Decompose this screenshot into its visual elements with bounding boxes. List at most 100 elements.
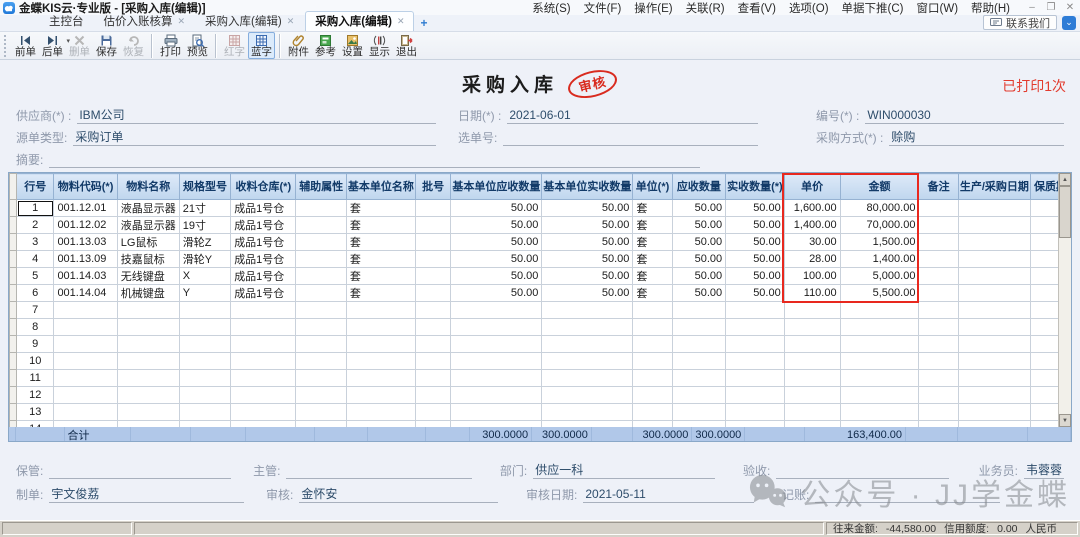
supplier-value[interactable]: IBM公司: [77, 108, 436, 124]
toolbar-grip[interactable]: [4, 35, 7, 57]
cell[interactable]: [451, 353, 542, 370]
next-button[interactable]: 后单▾: [39, 32, 66, 59]
audit-date-value[interactable]: 2021-05-11: [583, 487, 754, 503]
cell[interactable]: 套: [633, 234, 672, 251]
supplier-field[interactable]: 供应商(*) : IBM公司: [16, 107, 436, 124]
cell[interactable]: 50.00: [672, 234, 725, 251]
cell[interactable]: 液晶显示器: [117, 200, 179, 217]
cell[interactable]: [415, 353, 450, 370]
cell[interactable]: [231, 370, 296, 387]
cell[interactable]: [415, 234, 450, 251]
cell[interactable]: [633, 336, 672, 353]
salesman-field[interactable]: 业务员: 韦蓉蓉: [979, 462, 1064, 479]
cell[interactable]: [346, 302, 415, 319]
doc-no-field[interactable]: 编号(*) : WIN000030: [816, 107, 1064, 124]
cell[interactable]: [117, 387, 179, 404]
cell[interactable]: [117, 319, 179, 336]
cell[interactable]: [919, 234, 958, 251]
cell[interactable]: [117, 370, 179, 387]
row-number[interactable]: 5: [17, 268, 54, 285]
menu-item-0[interactable]: 系统(S): [532, 0, 570, 16]
cell[interactable]: [415, 387, 450, 404]
cell[interactable]: [919, 251, 958, 268]
keeper-value[interactable]: [49, 464, 231, 479]
select-no-value[interactable]: [503, 131, 758, 146]
cell[interactable]: 套: [633, 268, 672, 285]
cell[interactable]: [840, 353, 919, 370]
cell[interactable]: 50.00: [451, 217, 542, 234]
cell[interactable]: [346, 404, 415, 421]
vertical-scrollbar[interactable]: ▲ ▼: [1058, 173, 1071, 427]
cell[interactable]: 成品1号仓: [231, 285, 296, 302]
cell[interactable]: [958, 234, 1030, 251]
cell[interactable]: [840, 404, 919, 421]
cell[interactable]: [117, 302, 179, 319]
cell[interactable]: [840, 302, 919, 319]
row-selector[interactable]: [10, 285, 17, 302]
cell[interactable]: 50.00: [542, 217, 633, 234]
exit-button[interactable]: 退出: [393, 32, 420, 59]
close-button[interactable]: ✕: [1064, 2, 1076, 13]
row-number[interactable]: 8: [17, 319, 54, 336]
cell[interactable]: 无线键盘: [117, 268, 179, 285]
summary-field[interactable]: 摘要:: [16, 151, 700, 168]
cell[interactable]: [346, 353, 415, 370]
cell[interactable]: [840, 336, 919, 353]
cell[interactable]: [54, 353, 117, 370]
preview-button[interactable]: 预览: [184, 32, 211, 59]
tab-3[interactable]: 采购入库(编辑)✕: [305, 11, 414, 31]
cell[interactable]: [415, 302, 450, 319]
cell[interactable]: [672, 404, 725, 421]
cell[interactable]: 液晶显示器: [117, 217, 179, 234]
setting-button[interactable]: 设置: [339, 32, 366, 59]
cell[interactable]: [415, 285, 450, 302]
cell[interactable]: [346, 387, 415, 404]
refer-button[interactable]: 参考: [312, 32, 339, 59]
cell[interactable]: [451, 387, 542, 404]
column-header-3[interactable]: 规格型号: [179, 174, 230, 200]
source-type-field[interactable]: 源单类型: 采购订单: [16, 129, 436, 146]
cell[interactable]: [415, 370, 450, 387]
cell[interactable]: [958, 268, 1030, 285]
cell[interactable]: [415, 200, 450, 217]
cell[interactable]: 套: [633, 200, 672, 217]
cell[interactable]: 80,000.00: [840, 200, 919, 217]
purchase-mode-value[interactable]: 赊购: [889, 130, 1064, 146]
cell[interactable]: 1,500.00: [840, 234, 919, 251]
cell[interactable]: 70,000.00: [840, 217, 919, 234]
cell[interactable]: [919, 370, 958, 387]
scrollbar-thumb[interactable]: [1059, 186, 1071, 238]
cell[interactable]: 成品1号仓: [231, 251, 296, 268]
cell[interactable]: [919, 319, 958, 336]
cell[interactable]: 50.00: [451, 251, 542, 268]
row-selector[interactable]: [10, 268, 17, 285]
cell[interactable]: [231, 353, 296, 370]
cell[interactable]: [919, 353, 958, 370]
tab-close-icon[interactable]: ✕: [178, 17, 186, 26]
cell[interactable]: 50.00: [672, 217, 725, 234]
cell[interactable]: [296, 370, 346, 387]
collapse-chevron-icon[interactable]: ⌄: [1062, 16, 1076, 30]
cell[interactable]: 001.13.03: [54, 234, 117, 251]
cell[interactable]: [179, 302, 230, 319]
cell[interactable]: [415, 251, 450, 268]
print-button[interactable]: 打印: [157, 32, 184, 59]
cell[interactable]: [784, 336, 840, 353]
row-selector[interactable]: [10, 336, 17, 353]
save-button[interactable]: 保存: [93, 32, 120, 59]
cell[interactable]: [958, 404, 1030, 421]
row-selector[interactable]: [10, 353, 17, 370]
cell[interactable]: [784, 370, 840, 387]
row-number[interactable]: 11: [17, 370, 54, 387]
row-number[interactable]: 3: [17, 234, 54, 251]
cell[interactable]: [672, 353, 725, 370]
cell[interactable]: 套: [346, 200, 415, 217]
cell[interactable]: [542, 370, 633, 387]
cell[interactable]: [726, 370, 785, 387]
cell[interactable]: 50.00: [672, 268, 725, 285]
cell[interactable]: [415, 268, 450, 285]
keeper-field[interactable]: 保管:: [16, 462, 231, 479]
cell[interactable]: 成品1号仓: [231, 200, 296, 217]
cell[interactable]: 50.00: [726, 285, 785, 302]
cell[interactable]: 001.14.04: [54, 285, 117, 302]
